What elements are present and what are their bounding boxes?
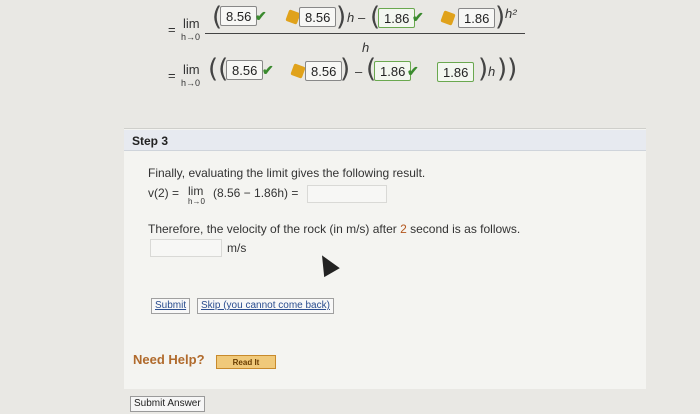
velocity-answer-input[interactable] [150, 239, 222, 257]
denominator-h: h [362, 40, 370, 55]
paren-close: ) [340, 54, 351, 84]
check-icon: ✔ [412, 9, 424, 25]
check-icon: ✔ [407, 63, 419, 79]
minus-sign: – [358, 10, 366, 25]
input-value-1-86-b[interactable]: 1.86 [458, 8, 496, 28]
lim-label: lim [183, 62, 200, 77]
minus-sign: – [355, 64, 363, 79]
key-icon [290, 63, 306, 79]
check-icon: ✔ [262, 62, 274, 78]
step-title: Step 3 [132, 134, 169, 148]
lim-subscript: h→0 [188, 197, 205, 206]
equals-sign: = [168, 68, 176, 83]
submit-button[interactable]: Submit [151, 298, 191, 314]
submit-answer-button[interactable]: Submit Answer [130, 396, 205, 412]
paren-close: )) [497, 54, 518, 84]
skip-button[interactable]: Skip (you cannot come back) [197, 298, 334, 314]
velocity-sentence-pre: Therefore, the velocity of the rock (in … [148, 222, 401, 236]
check-icon: ✔ [255, 8, 267, 24]
key-icon [440, 10, 456, 26]
lim-subscript: h→0 [181, 32, 201, 42]
var-h: h [347, 10, 355, 25]
velocity-sentence: Therefore, the velocity of the rock (in … [148, 222, 520, 236]
h-squared: h² [505, 6, 517, 21]
velocity-sentence-post: second is as follows. [406, 222, 521, 236]
equals-sign: = [168, 22, 176, 37]
input-value-1-86-d[interactable]: 1.86 [437, 62, 475, 82]
lim-subscript: h→0 [181, 78, 201, 88]
lim-label: lim [188, 184, 204, 198]
v-of-2-label: v(2) = [148, 186, 180, 200]
lim-label: lim [183, 16, 200, 31]
read-it-button[interactable]: Read It [216, 355, 276, 369]
fraction-bar [205, 33, 525, 34]
input-value-8-56-d[interactable]: 8.56 [305, 61, 343, 81]
input-value-1-86-a[interactable]: 1.86 [378, 8, 416, 28]
limit-answer-input[interactable] [307, 185, 387, 203]
need-help-label: Need Help? [133, 352, 205, 367]
paren-close: ) [336, 2, 347, 32]
step-intro-text: Finally, evaluating the limit gives the … [148, 166, 426, 180]
input-value-8-56-c[interactable]: 8.56 [226, 60, 264, 80]
velocity-time: 2 [400, 222, 407, 236]
var-h: h [488, 64, 496, 79]
unit-label: m/s [227, 241, 247, 255]
input-value-8-56-b[interactable]: 8.56 [299, 7, 337, 27]
paren-close: ) [478, 54, 489, 84]
limit-expression: (8.56 − 1.86h) = [213, 186, 299, 200]
paren-close: ) [495, 2, 506, 32]
input-value-1-86-c[interactable]: 1.86 [374, 61, 412, 81]
input-value-8-56-a[interactable]: 8.56 [220, 6, 258, 26]
step-header [124, 130, 646, 151]
